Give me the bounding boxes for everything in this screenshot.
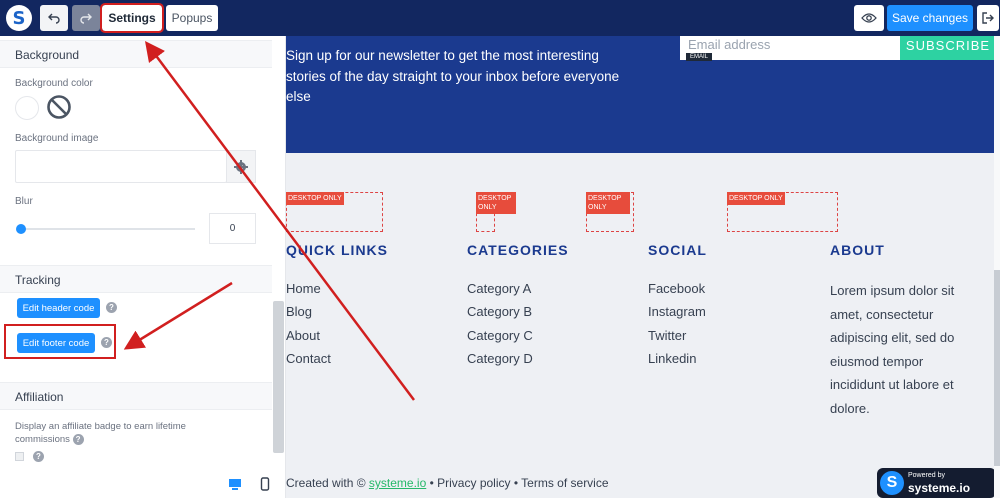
preview-button[interactable] xyxy=(854,5,884,31)
desktop-icon[interactable] xyxy=(228,477,242,491)
affiliate-help-icon[interactable]: ? xyxy=(33,451,44,462)
desktop-only-block[interactable]: DESKTOP ONLY xyxy=(286,192,383,232)
gear-icon xyxy=(234,159,248,174)
desktop-only-block[interactable]: DESKTOP ONLY xyxy=(476,192,516,232)
affiliate-badge-checkbox[interactable] xyxy=(15,452,24,461)
desktop-only-badge: DESKTOP ONLY xyxy=(476,192,516,214)
powered-by-badge[interactable]: S Powered by systeme.io xyxy=(877,468,996,498)
systeme-link[interactable]: systeme.io xyxy=(369,476,426,490)
column-title-categories: CATEGORIES xyxy=(467,242,569,258)
blur-slider-track[interactable] xyxy=(20,228,195,230)
affiliation-section-title: Affiliation xyxy=(15,390,64,404)
desktop-only-badge: DESKTOP ONLY xyxy=(727,192,785,205)
redo-icon xyxy=(80,13,92,24)
header-help-icon[interactable]: ? xyxy=(106,302,117,313)
blur-label: Blur xyxy=(15,196,33,207)
desktop-only-badge: DESKTOP ONLY xyxy=(586,192,630,214)
newsletter-text: Sign up for our newsletter to get the mo… xyxy=(286,48,620,104)
affiliation-text: Display an affiliate badge to earn lifet… xyxy=(15,421,186,445)
footer-link[interactable]: Category D xyxy=(467,351,533,366)
blur-slider-thumb[interactable] xyxy=(16,224,26,234)
edit-footer-code-button[interactable]: Edit footer code xyxy=(17,333,95,353)
canvas-scrollbar-thumb[interactable] xyxy=(994,270,1000,466)
footer-link[interactable]: Linkedin xyxy=(648,351,696,366)
eye-icon xyxy=(861,13,877,23)
footer-link[interactable]: Blog xyxy=(286,304,312,319)
background-color-swatch[interactable] xyxy=(15,96,39,120)
tab-popups[interactable]: Popups xyxy=(166,5,218,31)
affiliation-help-icon[interactable]: ? xyxy=(72,433,84,445)
mobile-icon[interactable] xyxy=(258,477,272,491)
about-text: Lorem ipsum dolor sit amet, consectetur … xyxy=(830,283,955,416)
footer-link[interactable]: Category C xyxy=(467,328,533,343)
footer-link[interactable]: Category B xyxy=(467,304,532,319)
footer-link[interactable]: Contact xyxy=(286,351,331,366)
tracking-section-header: Tracking xyxy=(0,265,272,293)
no-color-icon[interactable] xyxy=(46,94,72,120)
footer-link[interactable]: About xyxy=(286,328,320,343)
background-section-header: Background xyxy=(0,40,272,68)
sidebar-scrollbar[interactable] xyxy=(273,301,284,453)
email-input[interactable]: Email address xyxy=(680,36,900,60)
systeme-logo[interactable]: S xyxy=(6,5,32,31)
footer-separator: • xyxy=(429,476,434,490)
redo-button[interactable] xyxy=(72,5,100,31)
terms-link[interactable]: Terms of service xyxy=(521,476,608,490)
footer-link[interactable]: Home xyxy=(286,281,321,296)
newsletter-section: Sign up for our newsletter to get the mo… xyxy=(286,36,996,153)
background-image-input[interactable] xyxy=(15,150,227,183)
created-with-text: Created with © xyxy=(286,476,366,490)
undo-icon xyxy=(48,13,60,24)
footer-credits: Created with © systeme.io • Privacy poli… xyxy=(286,476,609,490)
footer-link[interactable]: Twitter xyxy=(648,328,686,343)
tracking-section-title: Tracking xyxy=(15,273,61,287)
affiliation-description: Display an affiliate badge to earn lifet… xyxy=(15,420,230,446)
desktop-only-block[interactable]: DESKTOP ONLY xyxy=(727,192,838,232)
tab-settings[interactable]: Settings xyxy=(100,3,164,33)
background-section-title: Background xyxy=(15,48,80,62)
settings-sidebar: Background Background color Background i… xyxy=(0,36,286,498)
desktop-only-badge: DESKTOP ONLY xyxy=(286,192,344,205)
save-button[interactable]: Save changes xyxy=(887,5,973,31)
column-title-social: SOCIAL xyxy=(648,242,707,258)
background-color-label: Background color xyxy=(15,78,93,89)
email-tag: EMAIL xyxy=(686,53,713,61)
column-title-quick-links: QUICK LINKS xyxy=(286,242,388,258)
badge-logo-icon: S xyxy=(880,471,904,495)
page-canvas: Sign up for our newsletter to get the mo… xyxy=(286,36,1000,498)
powered-by-text: Powered by xyxy=(908,472,945,479)
canvas-scrollbar[interactable] xyxy=(994,36,1000,498)
footer-separator: • xyxy=(513,476,519,490)
desktop-only-block[interactable]: DESKTOP ONLY xyxy=(586,192,634,232)
column-title-about: ABOUT xyxy=(830,242,885,258)
exit-button[interactable] xyxy=(977,5,999,31)
affiliation-section-header: Affiliation xyxy=(0,382,272,410)
background-image-label: Background image xyxy=(15,133,99,144)
privacy-policy-link[interactable]: Privacy policy xyxy=(437,476,510,490)
footer-link[interactable]: Facebook xyxy=(648,281,705,296)
undo-button[interactable] xyxy=(40,5,68,31)
footer-help-icon[interactable]: ? xyxy=(101,337,112,348)
edit-header-code-button[interactable]: Edit header code xyxy=(17,298,100,318)
footer-link[interactable]: Category A xyxy=(467,281,531,296)
footer-link[interactable]: Instagram xyxy=(648,304,706,319)
top-toolbar: S Settings Popups Save changes xyxy=(0,0,1000,36)
badge-brand-text: systeme.io xyxy=(908,481,971,495)
subscribe-button[interactable]: SUBSCRIBE xyxy=(900,36,996,60)
exit-icon xyxy=(982,12,994,24)
blur-value-input[interactable]: 0 xyxy=(209,213,256,244)
background-image-picker[interactable] xyxy=(226,150,256,183)
logo-letter: S xyxy=(12,7,26,29)
